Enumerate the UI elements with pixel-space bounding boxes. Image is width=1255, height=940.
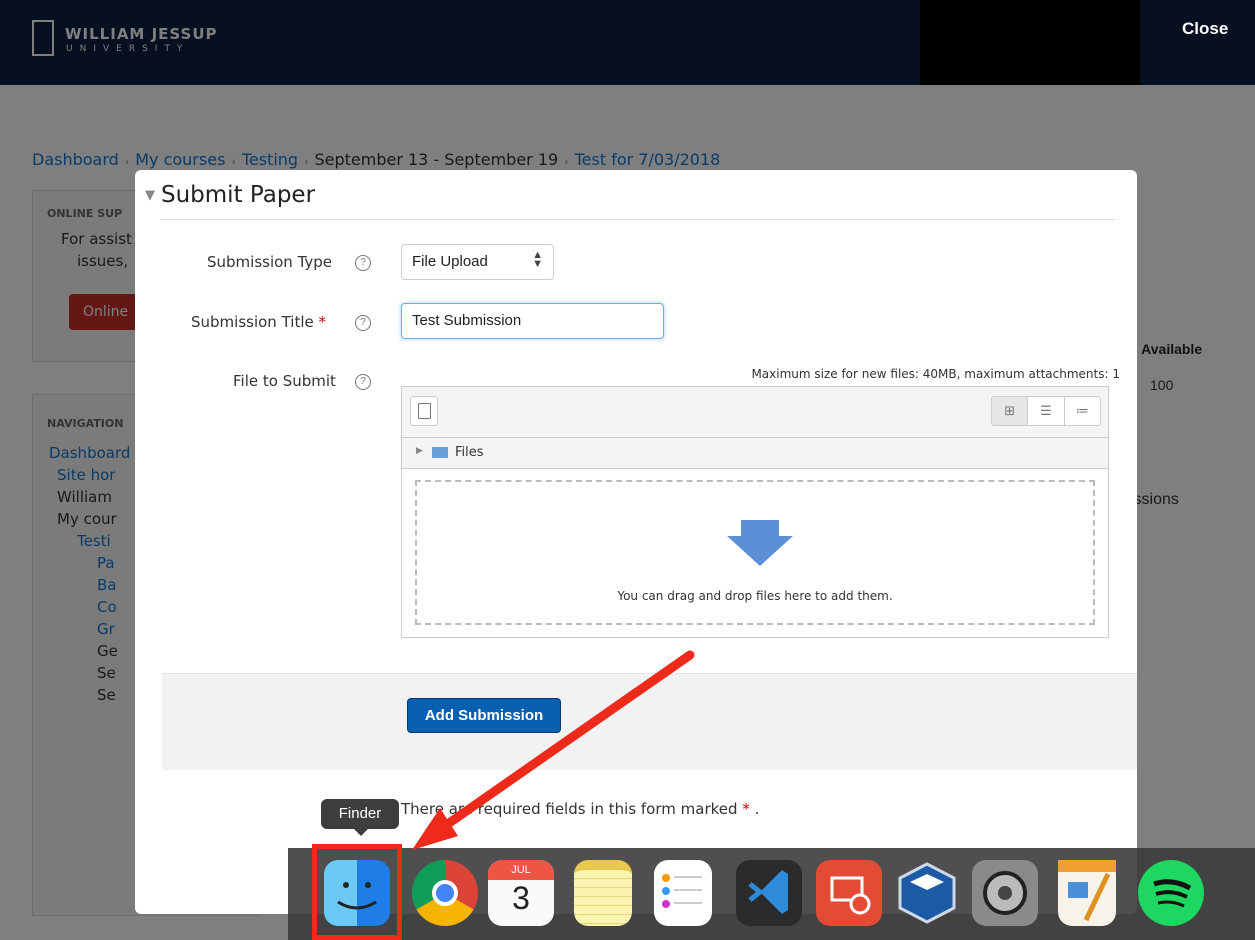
close-button[interactable]: Close	[1182, 19, 1228, 39]
icon-view-button[interactable]: ⊞	[992, 397, 1029, 425]
select-arrows-icon: ▲ ▼	[532, 249, 543, 270]
folder-path[interactable]: ▶ Files	[402, 438, 1108, 469]
submission-type-value: File Upload	[412, 253, 488, 270]
chrome-center-icon	[432, 880, 458, 906]
list-icon: ☰	[1040, 404, 1052, 419]
tree-view-button[interactable]: ≔	[1065, 397, 1100, 425]
annotation-highlight-box	[312, 844, 402, 940]
form-actions: Add Submission	[162, 673, 1137, 770]
calendar-icon[interactable]: JUL 3	[488, 860, 554, 926]
system-preferences-icon[interactable]	[972, 860, 1038, 926]
list-view-button[interactable]: ☰	[1028, 397, 1065, 425]
submission-title-input[interactable]: Test Submission	[401, 303, 664, 339]
chrome-icon[interactable]	[412, 860, 478, 926]
file-picker-toolbar: ⊞ ☰ ≔	[402, 387, 1108, 438]
vscode-icon[interactable]	[736, 860, 802, 926]
dialog-title[interactable]: ▼ Submit Paper	[145, 182, 315, 208]
title-divider	[160, 219, 1115, 220]
add-submission-button[interactable]: Add Submission	[407, 698, 561, 733]
submission-type-select[interactable]: File Upload ▲ ▼	[401, 244, 554, 280]
collapse-caret-icon[interactable]: ▼	[145, 188, 155, 203]
help-icon[interactable]: ?	[355, 315, 371, 331]
submit-paper-dialog: ▼ Submit Paper Submission Type ? File Upl…	[135, 170, 1137, 914]
expand-triangle-icon: ▶	[416, 446, 423, 456]
notes-icon[interactable]	[574, 860, 632, 926]
remote-desktop-icon[interactable]	[816, 860, 882, 926]
required-note-end: .	[754, 800, 760, 818]
required-note-text: There are required fields in this form m…	[401, 800, 738, 818]
submission-title-label-text: Submission Title	[191, 313, 314, 331]
calendar-day: 3	[512, 880, 530, 916]
view-switcher: ⊞ ☰ ≔	[991, 396, 1101, 426]
file-to-submit-label: File to Submit	[233, 372, 336, 390]
help-icon[interactable]: ?	[355, 374, 371, 390]
reminders-icon[interactable]	[654, 860, 712, 926]
max-size-note: Maximum size for new files: 40MB, maximu…	[751, 367, 1120, 381]
required-icon: *	[742, 800, 750, 818]
required-icon: *	[318, 313, 327, 331]
submission-title-label: Submission Title *	[191, 313, 326, 331]
add-file-button[interactable]	[410, 396, 438, 426]
file-drop-zone[interactable]: You can drag and drop files here to add …	[415, 480, 1095, 625]
macos-dock: JUL 3	[288, 848, 1255, 940]
grid-icon: ⊞	[1004, 404, 1016, 419]
spotify-icon[interactable]	[1138, 860, 1204, 926]
file-picker: ⊞ ☰ ≔ ▶ Files You can drag and drop file…	[401, 386, 1109, 638]
virtualbox-icon[interactable]	[894, 860, 960, 926]
drop-instructions: You can drag and drop files here to add …	[617, 589, 893, 603]
help-icon[interactable]: ?	[355, 255, 371, 271]
required-fields-note: There are required fields in this form m…	[401, 800, 759, 818]
dock-tooltip: Finder	[321, 799, 399, 836]
calendar-month: JUL	[488, 860, 554, 880]
folder-icon	[432, 447, 448, 458]
add-file-icon	[418, 403, 431, 419]
folder-name: Files	[455, 445, 484, 460]
submission-type-label: Submission Type	[207, 253, 333, 271]
dialog-title-text: Submit Paper	[161, 182, 316, 208]
tree-icon: ≔	[1075, 404, 1089, 419]
pages-icon[interactable]	[1058, 860, 1116, 926]
